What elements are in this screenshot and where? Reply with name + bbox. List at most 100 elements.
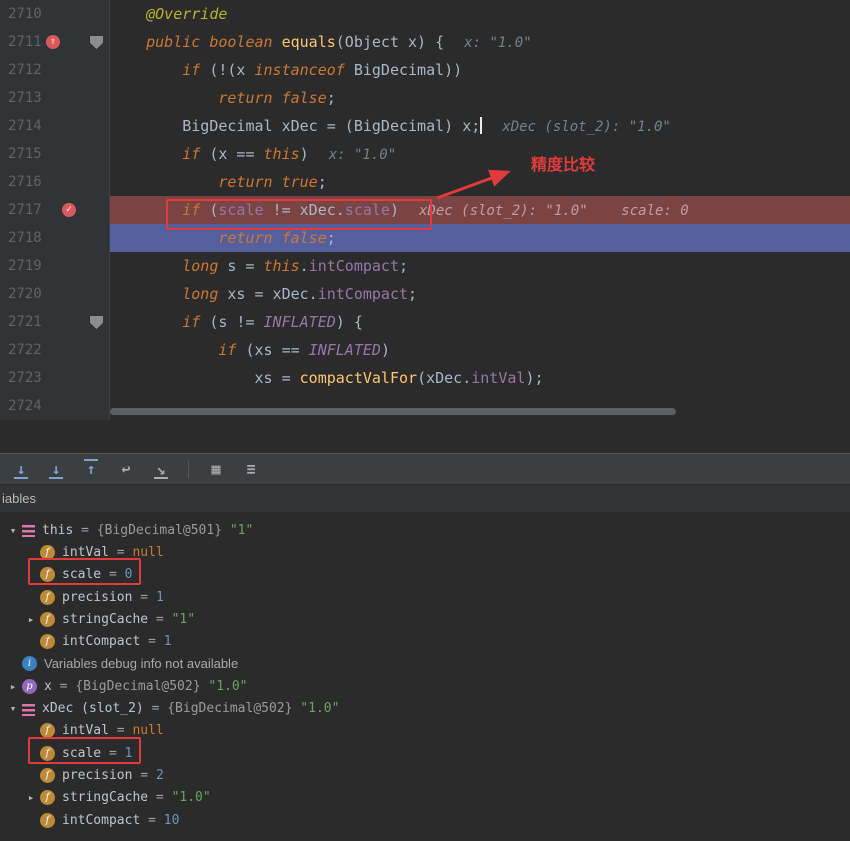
expand-chevron-icon[interactable]: ▾ — [4, 702, 22, 715]
horizontal-scrollbar-thumb[interactable] — [110, 408, 676, 415]
code-text[interactable]: if (xs == INFLATED) — [110, 336, 850, 364]
code-line[interactable]: 2712 if (!(x instanceof BigDecimal)) — [0, 56, 850, 84]
variable-row[interactable]: fprecision = 1 — [0, 586, 850, 608]
code-text[interactable]: if (!(x instanceof BigDecimal)) — [110, 56, 850, 84]
variable-row[interactable]: iVariables debug info not available — [0, 653, 850, 675]
code-token: instanceof — [255, 61, 345, 79]
code-line[interactable]: 2715 if (x == this)x: "1.0" — [0, 140, 850, 168]
verified-breakpoint-icon[interactable]: ✓ — [62, 203, 76, 217]
drop-frame-icon[interactable]: ↩ — [115, 458, 137, 480]
editor-gutter[interactable]: 2721 — [0, 308, 110, 336]
code-line[interactable]: 2717 ✓ if (scale != xDec.scale)xDec (slot… — [0, 196, 850, 224]
run-to-cursor-icon[interactable]: ↘ — [150, 458, 172, 480]
editor-gutter[interactable]: 2712 — [0, 56, 110, 84]
code-line[interactable]: 2714 BigDecimal xDec = (BigDecimal) x;xD… — [0, 112, 850, 140]
variable-row[interactable]: ▸fstringCache = "1.0" — [0, 787, 850, 809]
code-token: ; — [318, 173, 327, 191]
expand-chevron-icon[interactable]: ▸ — [22, 791, 40, 804]
code-line[interactable]: 2713 return false; — [0, 84, 850, 112]
step-out-icon[interactable]: ↑ — [80, 458, 102, 480]
variable-row[interactable]: fintCompact = 10 — [0, 809, 850, 831]
equals-sign: = — [132, 590, 155, 605]
method-breakpoint-icon[interactable]: ↑ — [46, 35, 60, 49]
step-into-icon[interactable]: ↓ — [10, 458, 32, 480]
code-line[interactable]: 2720 long xs = xDec.intCompact; — [0, 280, 850, 308]
expand-chevron-icon[interactable]: ▸ — [22, 613, 40, 626]
code-line[interactable]: 2711 ↑ public boolean equals(Object x) {x… — [0, 28, 850, 56]
code-text[interactable]: long xs = xDec.intCompact; — [110, 280, 850, 308]
editor-gutter[interactable]: 2711 ↑ — [0, 28, 110, 56]
line-number[interactable]: 2711 — [8, 28, 42, 56]
code-editor[interactable]: 2710 @Override2711↑ public boolean equal… — [0, 0, 850, 420]
fold-marker-icon[interactable] — [90, 36, 103, 49]
editor-gutter[interactable]: 2714 — [0, 112, 110, 140]
editor-gutter[interactable]: 2710 — [0, 0, 110, 28]
line-number[interactable]: 2722 — [8, 336, 42, 364]
force-step-into-icon[interactable]: ↓ — [45, 458, 67, 480]
code-line[interactable]: 2719 long s = this.intCompact; — [0, 252, 850, 280]
variable-row[interactable]: ▾xDec (slot_2) = {BigDecimal@502} "1.0" — [0, 697, 850, 719]
equals-sign: = — [73, 523, 96, 538]
fold-marker-icon[interactable] — [90, 316, 103, 329]
line-number[interactable]: 2718 — [8, 224, 42, 252]
table-view-icon[interactable]: ▦ — [205, 458, 227, 480]
code-line[interactable]: 2724 — [0, 392, 850, 420]
line-number[interactable]: 2717 — [8, 196, 42, 224]
variable-row[interactable]: fintCompact = 1 — [0, 630, 850, 652]
code-text[interactable]: if (scale != xDec.scale)xDec (slot_2): "… — [110, 196, 850, 224]
variable-row[interactable]: fscale = 0 — [0, 564, 850, 586]
editor-gutter[interactable]: 2720 — [0, 280, 110, 308]
line-number[interactable]: 2713 — [8, 84, 42, 112]
editor-gutter[interactable]: 2718 — [0, 224, 110, 252]
code-line[interactable]: 2723 xs = compactValFor(xDec.intVal); — [0, 364, 850, 392]
variable-row[interactable]: fscale = 1 — [0, 742, 850, 764]
editor-gutter[interactable]: 2724 — [0, 392, 110, 420]
editor-gutter[interactable]: 2713 — [0, 84, 110, 112]
code-text[interactable] — [110, 392, 850, 420]
code-text[interactable]: return false; — [110, 84, 850, 112]
code-text[interactable]: @Override — [110, 0, 850, 28]
expand-chevron-icon[interactable]: ▾ — [4, 524, 22, 537]
line-number[interactable]: 2716 — [8, 168, 42, 196]
editor-gutter[interactable]: 2717 ✓ — [0, 196, 110, 224]
line-number[interactable]: 2715 — [8, 140, 42, 168]
line-number[interactable]: 2719 — [8, 252, 42, 280]
code-line[interactable]: 2716 return true; — [0, 168, 850, 196]
code-text[interactable]: return true; — [110, 168, 850, 196]
line-number[interactable]: 2724 — [8, 392, 42, 420]
editor-gutter[interactable]: 2716 — [0, 168, 110, 196]
editor-gutter[interactable]: 2719 — [0, 252, 110, 280]
variable-name: x — [44, 679, 52, 694]
settings-sliders-icon[interactable]: ≡ — [240, 458, 262, 480]
code-line[interactable]: 2718 return false; — [0, 224, 850, 252]
variable-row[interactable]: ▾this = {BigDecimal@501} "1" — [0, 519, 850, 541]
editor-gutter[interactable]: 2715 — [0, 140, 110, 168]
line-number[interactable]: 2723 — [8, 364, 42, 392]
editor-gutter[interactable]: 2723 — [0, 364, 110, 392]
code-text[interactable]: public boolean equals(Object x) {x: "1.0… — [110, 28, 850, 56]
code-text[interactable]: xs = compactValFor(xDec.intVal); — [110, 364, 850, 392]
variable-row[interactable]: ▸fstringCache = "1" — [0, 608, 850, 630]
expand-chevron-icon[interactable]: ▸ — [4, 680, 22, 693]
code-token: long — [182, 285, 227, 303]
code-token — [110, 341, 218, 359]
line-number[interactable]: 2720 — [8, 280, 42, 308]
ide-debug-window: 2710 @Override2711↑ public boolean equal… — [0, 0, 850, 841]
code-line[interactable]: 2721 if (s != INFLATED) { — [0, 308, 850, 336]
variable-row[interactable]: fprecision = 2 — [0, 764, 850, 786]
code-line[interactable]: 2722 if (xs == INFLATED) — [0, 336, 850, 364]
code-text[interactable]: if (x == this)x: "1.0" — [110, 140, 850, 168]
code-text[interactable]: long s = this.intCompact; — [110, 252, 850, 280]
variable-row[interactable]: fintVal = null — [0, 541, 850, 563]
code-text[interactable]: if (s != INFLATED) { — [110, 308, 850, 336]
code-line[interactable]: 2710 @Override — [0, 0, 850, 28]
line-number[interactable]: 2710 — [8, 0, 42, 28]
line-number[interactable]: 2714 — [8, 112, 42, 140]
editor-gutter[interactable]: 2722 — [0, 336, 110, 364]
code-text[interactable]: return false; — [110, 224, 850, 252]
variable-row[interactable]: ▸px = {BigDecimal@502} "1.0" — [0, 675, 850, 697]
line-number[interactable]: 2712 — [8, 56, 42, 84]
code-text[interactable]: BigDecimal xDec = (BigDecimal) x;xDec (s… — [110, 112, 850, 140]
variable-row[interactable]: fintVal = null — [0, 720, 850, 742]
line-number[interactable]: 2721 — [8, 308, 42, 336]
